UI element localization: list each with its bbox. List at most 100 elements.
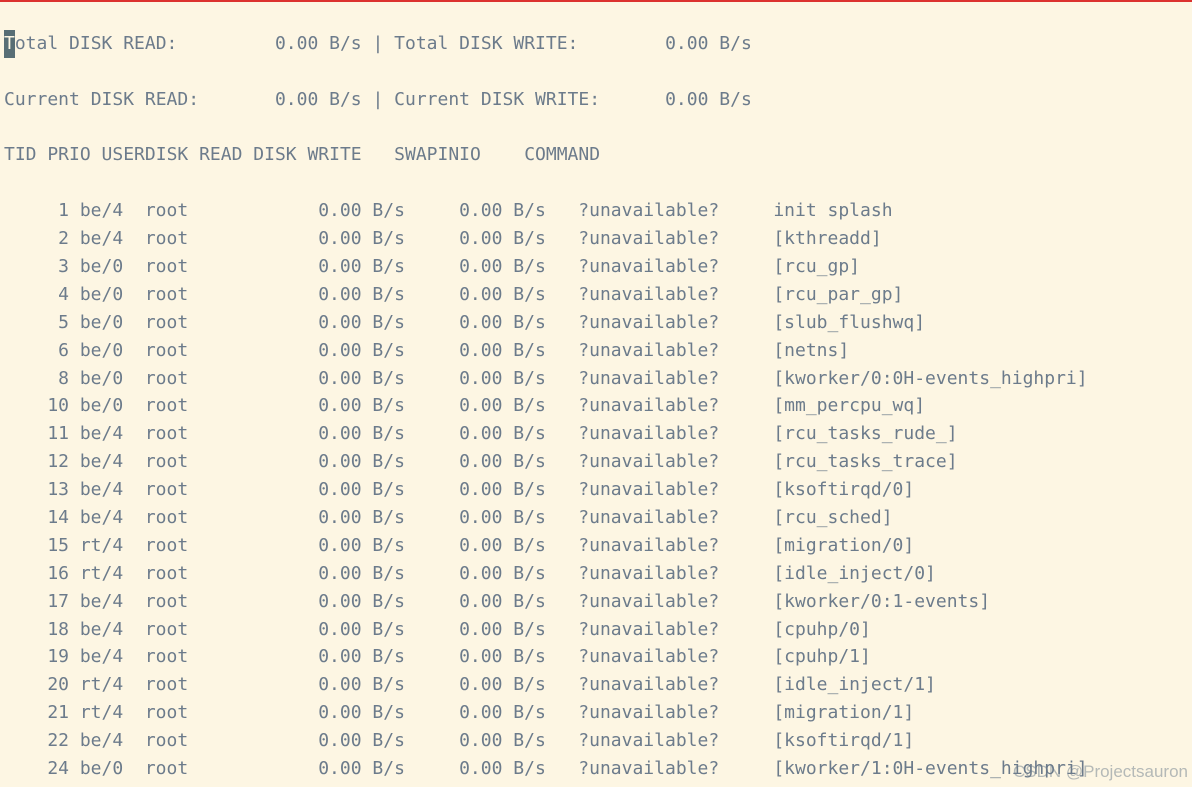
cell-tid: 24 — [4, 755, 69, 783]
hdr-io: IO — [459, 144, 481, 165]
cell-write: 0.00 — [416, 504, 503, 532]
hdr-read-pad — [242, 144, 253, 165]
cell-write-unit: B/s — [502, 699, 556, 727]
cell-write-unit: B/s — [502, 588, 556, 616]
table-row: 13be/4root0.00B/s0.00B/s?unavailable?[ks… — [4, 476, 1188, 504]
cell-read-unit: B/s — [362, 671, 416, 699]
cell-read: 0.00 — [264, 337, 362, 365]
cell-swapin: ?unavailable? — [557, 588, 730, 616]
cell-write-unit: B/s — [502, 281, 556, 309]
cell-read-unit: B/s — [362, 783, 416, 787]
cell-write-unit: B/s — [502, 337, 556, 365]
cell-read: 0.00 — [264, 588, 362, 616]
total-write-label: Total DISK WRITE: — [394, 30, 665, 58]
cell-user: root — [134, 671, 264, 699]
cell-prio: be/0 — [69, 755, 134, 783]
cell-write: 0.00 — [416, 337, 503, 365]
cell-write: 0.00 — [416, 671, 503, 699]
table-row: 8be/0root0.00B/s0.00B/s?unavailable?[kwo… — [4, 365, 1188, 393]
cell-write-unit: B/s — [502, 365, 556, 393]
total-read-value: 0.00 B/s — [275, 30, 362, 58]
table-row: 20rt/4root0.00B/s0.00B/s?unavailable?[id… — [4, 671, 1188, 699]
cell-read: 0.00 — [264, 253, 362, 281]
hdr-user: USER — [91, 144, 145, 165]
cell-write: 0.00 — [416, 281, 503, 309]
cell-read-unit: B/s — [362, 532, 416, 560]
cell-write-unit: B/s — [502, 560, 556, 588]
cell-read-unit: B/s — [362, 448, 416, 476]
table-row: 24be/0root0.00B/s0.00B/s?unavailable?[kw… — [4, 755, 1188, 783]
cell-tid: 11 — [4, 420, 69, 448]
cell-read: 0.00 — [264, 392, 362, 420]
cell-write: 0.00 — [416, 253, 503, 281]
cell-write: 0.00 — [416, 755, 503, 783]
cell-prio: rt/4 — [69, 532, 134, 560]
table-row: 10be/0root0.00B/s0.00B/s?unavailable?[mm… — [4, 392, 1188, 420]
cell-prio: be/4 — [69, 420, 134, 448]
cell-prio: be/4 — [69, 504, 134, 532]
table-row: 6be/0root0.00B/s0.00B/s?unavailable?[net… — [4, 337, 1188, 365]
cell-read: 0.00 — [264, 532, 362, 560]
cell-swapin: ?unavailable? — [557, 253, 730, 281]
cell-write: 0.00 — [416, 643, 503, 671]
cell-command: [kworker/0:0H-events_highpri] — [752, 365, 1088, 393]
cell-write: 0.00 — [416, 588, 503, 616]
cell-prio: be/4 — [69, 783, 134, 787]
cell-prio: be/4 — [69, 448, 134, 476]
cell-command: [cpuhp/2] — [752, 783, 871, 787]
table-row: 16rt/4root0.00B/s0.00B/s?unavailable?[id… — [4, 560, 1188, 588]
cell-tid: 3 — [4, 253, 69, 281]
cell-command: [ksoftirqd/1] — [752, 727, 915, 755]
cell-tid: 25 — [4, 783, 69, 787]
cell-read-unit: B/s — [362, 755, 416, 783]
cell-write-unit: B/s — [502, 783, 556, 787]
cell-user: root — [134, 643, 264, 671]
cell-command: [kthreadd] — [752, 225, 882, 253]
cell-read: 0.00 — [264, 755, 362, 783]
hdr-tid: TID — [4, 144, 37, 165]
table-row: 18be/4root0.00B/s0.00B/s?unavailable?[cp… — [4, 616, 1188, 644]
cell-write-unit: B/s — [502, 643, 556, 671]
cell-command: [rcu_par_gp] — [752, 281, 904, 309]
cell-write: 0.00 — [416, 448, 503, 476]
cell-tid: 1 — [4, 197, 69, 225]
cell-write: 0.00 — [416, 783, 503, 787]
cell-user: root — [134, 755, 264, 783]
column-headers: TIDPRIOUSERDISK READDISK WRITESWAPINIO C… — [4, 141, 1188, 169]
current-read-label: Current DISK READ: — [4, 86, 275, 114]
cell-command: [ksoftirqd/0] — [752, 476, 915, 504]
cell-prio: be/0 — [69, 392, 134, 420]
cursor: T — [4, 30, 15, 58]
cell-write-unit: B/s — [502, 253, 556, 281]
cell-read-unit: B/s — [362, 616, 416, 644]
cell-command: [cpuhp/1] — [752, 643, 871, 671]
cell-command: [idle_inject/0] — [752, 560, 936, 588]
cell-read-unit: B/s — [362, 699, 416, 727]
cell-user: root — [134, 560, 264, 588]
cell-user: root — [134, 532, 264, 560]
cell-prio: rt/4 — [69, 671, 134, 699]
cell-user: root — [134, 699, 264, 727]
cell-prio: be/0 — [69, 365, 134, 393]
cell-write-unit: B/s — [502, 504, 556, 532]
cell-swapin: ?unavailable? — [557, 392, 730, 420]
cell-command: [rcu_tasks_trace] — [752, 448, 958, 476]
cell-write: 0.00 — [416, 197, 503, 225]
table-row: 5be/0root0.00B/s0.00B/s?unavailable?[slu… — [4, 309, 1188, 337]
cell-read: 0.00 — [264, 560, 362, 588]
cell-command: [cpuhp/0] — [752, 616, 871, 644]
cell-prio: be/0 — [69, 281, 134, 309]
hdr-prio: PRIO — [37, 144, 91, 165]
cell-user: root — [134, 504, 264, 532]
cell-swapin: ?unavailable? — [557, 476, 730, 504]
cell-swapin: ?unavailable? — [557, 783, 730, 787]
cell-user: root — [134, 420, 264, 448]
table-row: 2be/4root0.00B/s0.00B/s?unavailable?[kth… — [4, 225, 1188, 253]
cell-swapin: ?unavailable? — [557, 560, 730, 588]
cell-read: 0.00 — [264, 420, 362, 448]
cell-swapin: ?unavailable? — [557, 727, 730, 755]
cell-command: [rcu_tasks_rude_] — [752, 420, 958, 448]
cell-tid: 12 — [4, 448, 69, 476]
cell-swapin: ?unavailable? — [557, 448, 730, 476]
cell-prio: be/4 — [69, 616, 134, 644]
